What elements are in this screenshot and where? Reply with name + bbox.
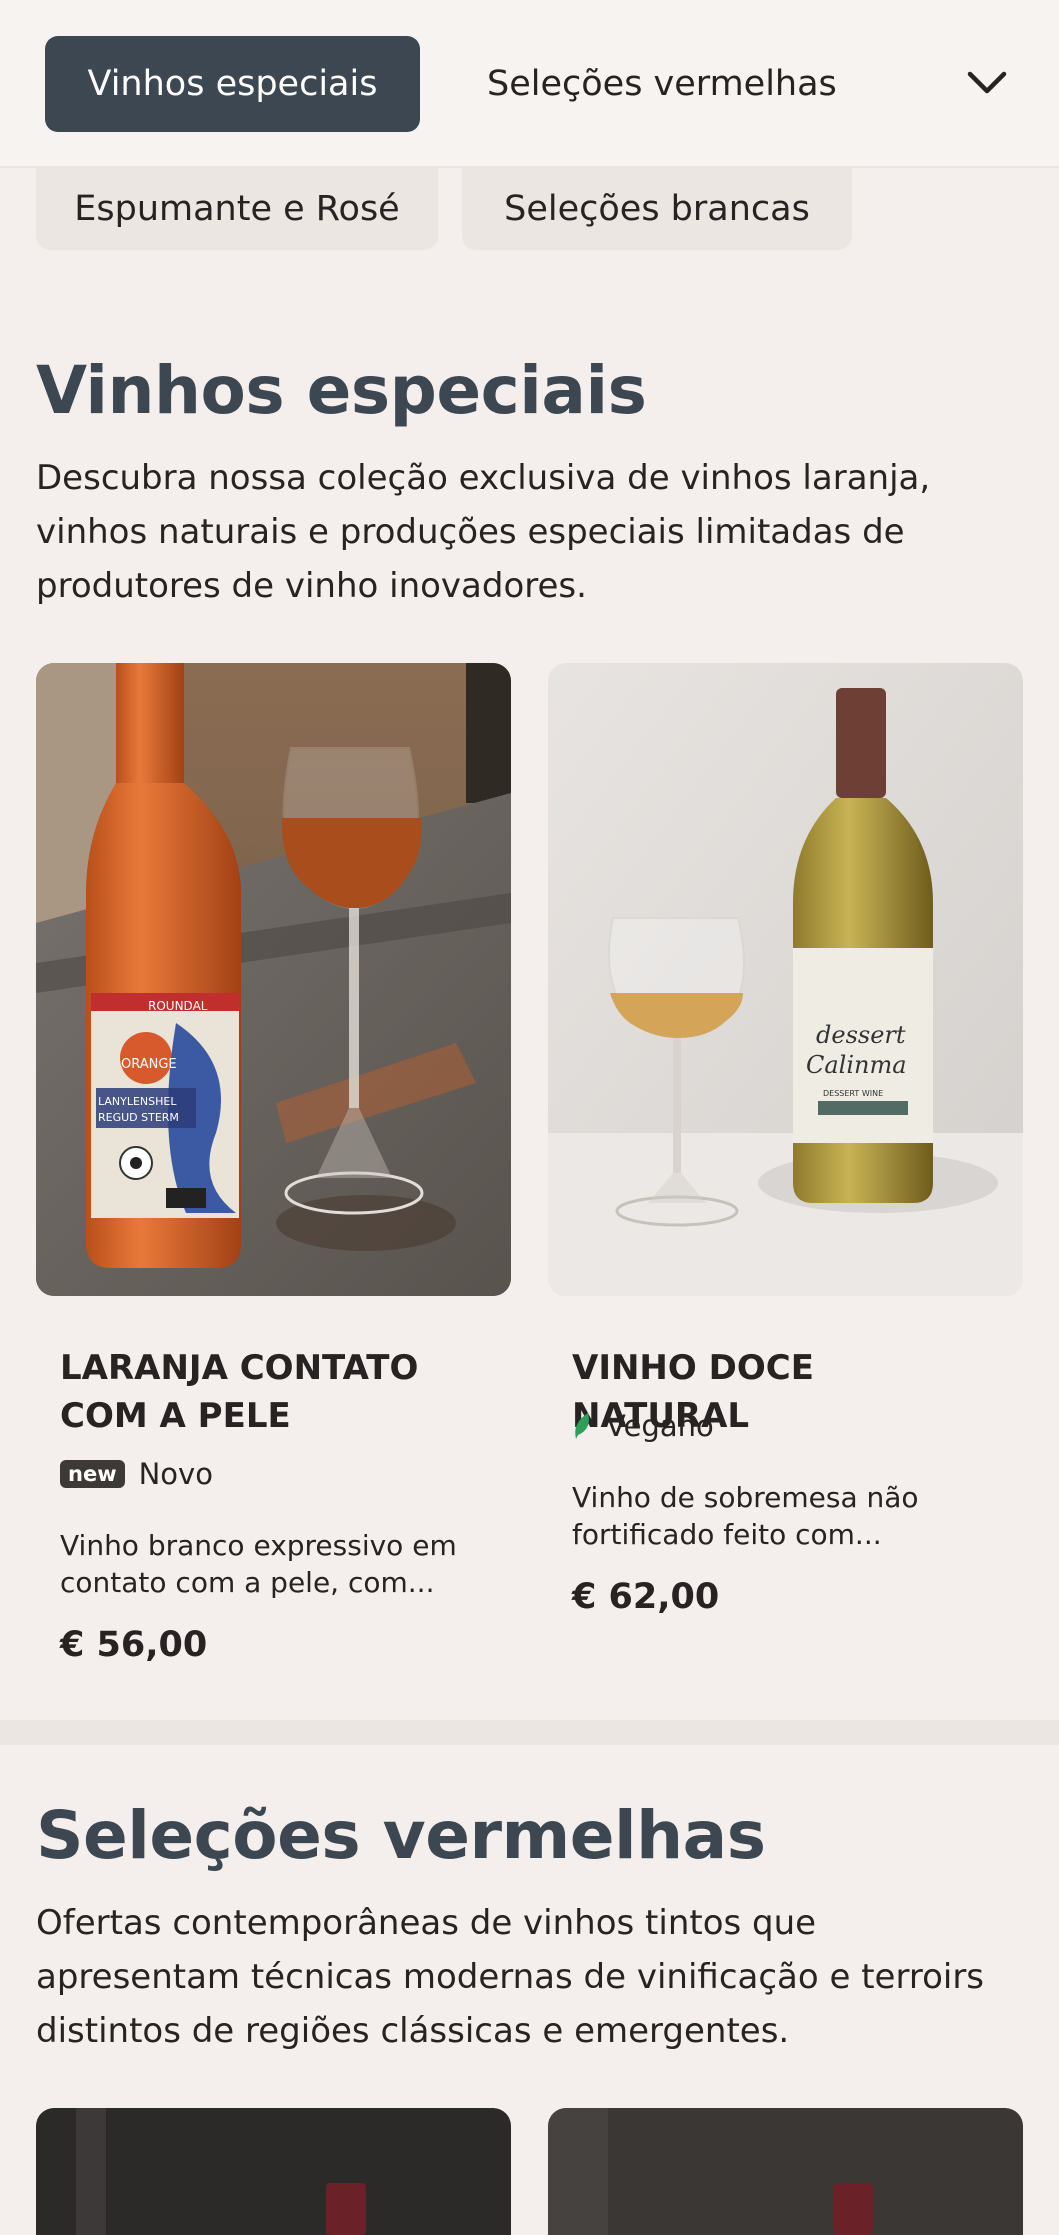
label-text: dessert [816, 1021, 906, 1049]
section-title-selecoes-vermelhas: Seleções vermelhas [36, 1797, 766, 1874]
leaf-icon [575, 1413, 589, 1439]
tab-selecoes-brancas[interactable]: Seleções brancas [462, 168, 852, 250]
red-wine-photo [36, 2108, 511, 2235]
product-description: Vinho branco expressivo em contato com a… [60, 1529, 457, 1599]
tab-espumante-rose[interactable]: Espumante e Rosé [36, 168, 438, 250]
red-wine-photo [548, 2108, 1023, 2235]
orange-wine-photo: ROUNDAL ORANGE LANYLENSHEL REGUD STERM [36, 663, 511, 1296]
product-price: € 56,00 [60, 1625, 208, 1665]
tab-vinhos-especiais[interactable]: Vinhos especiais [45, 36, 420, 132]
product-image-vinho-doce[interactable]: dessert Calinma DESSERT WINE [548, 663, 1023, 1296]
label-text: DESSERT WINE [823, 1089, 883, 1098]
label-text: REGUD STERM [98, 1111, 179, 1124]
section-divider [0, 1720, 1059, 1745]
section-description: Descubra nossa coleção exclusiva de vinh… [36, 458, 931, 606]
new-badge: new [60, 1460, 125, 1488]
product-badge-row: Vegano [572, 1409, 714, 1443]
section-description: Ofertas contemporâneas de vinhos tintos … [36, 1903, 985, 2051]
dessert-wine-photo: dessert Calinma DESSERT WINE [548, 663, 1023, 1296]
product-price: € 62,00 [572, 1577, 720, 1617]
label-text: ORANGE [121, 1057, 177, 1072]
product-badge-row: new Novo [60, 1457, 213, 1491]
section-title-vinhos-especiais: Vinhos especiais [36, 352, 647, 429]
product-image-red-1[interactable] [36, 2108, 511, 2235]
label-text: Calinma [806, 1051, 907, 1079]
category-nav: Vinhos especiais Seleções vermelhas [0, 0, 1059, 168]
product-image-laranja[interactable]: ROUNDAL ORANGE LANYLENSHEL REGUD STERM [36, 663, 511, 1296]
tab-selecoes-vermelhas[interactable]: Seleções vermelhas [487, 36, 837, 132]
badge-label: Vegano [606, 1409, 714, 1443]
badge-label: Novo [138, 1457, 213, 1491]
product-image-red-2[interactable] [548, 2108, 1023, 2235]
product-description: Vinho de sobremesa não fortificado feito… [572, 1481, 919, 1551]
product-title[interactable]: LARANJA CONTATO COM A PELE [60, 1344, 480, 1440]
label-text: LANYLENSHEL [98, 1095, 177, 1108]
chevron-down-icon[interactable] [960, 56, 1014, 110]
label-text: ROUNDAL [148, 999, 208, 1013]
